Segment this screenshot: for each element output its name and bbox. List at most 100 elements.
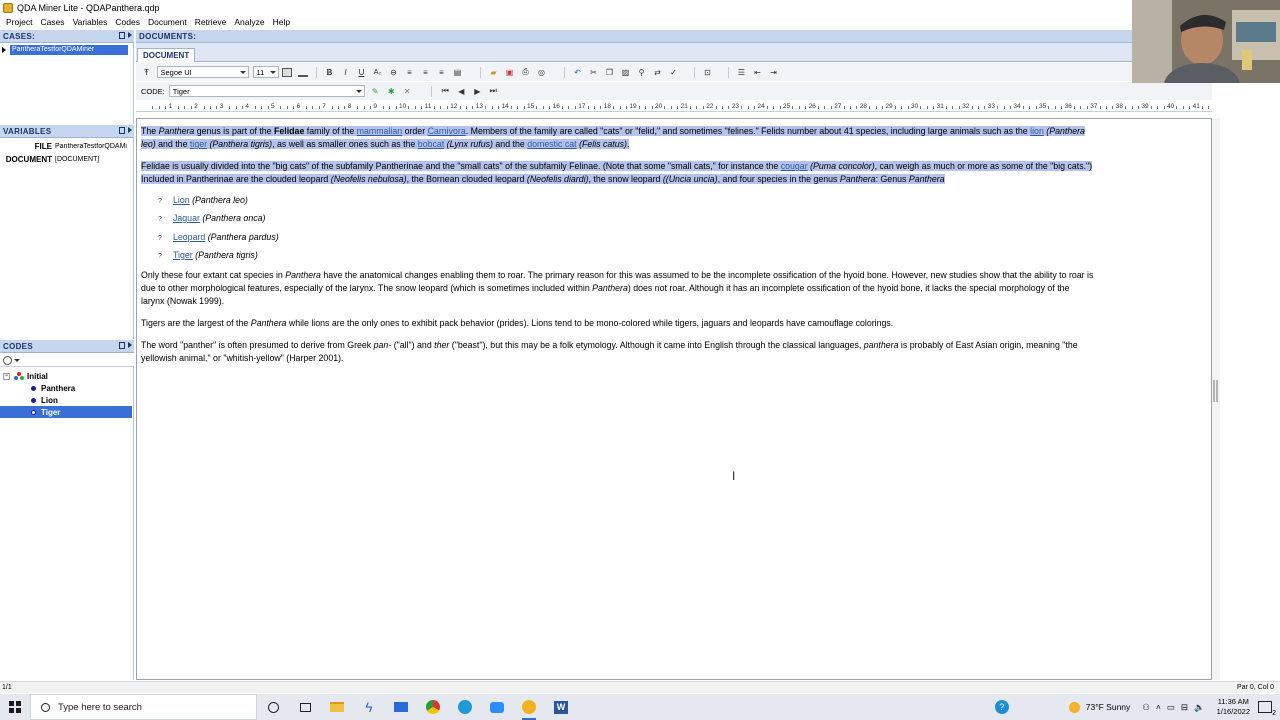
copy-icon[interactable]: ❐ xyxy=(603,66,616,78)
task-view-button[interactable] xyxy=(289,694,321,720)
spellcheck-icon[interactable]: ✓ xyxy=(667,66,680,78)
italic-button[interactable]: I xyxy=(339,66,352,78)
increase-indent-icon[interactable]: ⇥ xyxy=(767,66,780,78)
code-group-initial[interactable]: − Initial xyxy=(0,370,132,382)
replace-icon[interactable]: ⇄ xyxy=(651,66,664,78)
underline-button[interactable]: U xyxy=(355,66,368,78)
document-editor[interactable]: The Panthera genus is part of the Felida… xyxy=(136,118,1212,680)
bullet-link[interactable]: Jaguar xyxy=(173,213,200,223)
codes-search-input[interactable] xyxy=(26,355,134,365)
link-tiger[interactable]: tiger xyxy=(190,139,207,149)
subscript-button[interactable]: A₂ xyxy=(371,66,384,78)
case-item[interactable]: PantheraTestforQDAMiner xyxy=(2,45,128,55)
font-family-select[interactable]: Segoe UI xyxy=(156,66,249,78)
start-button[interactable] xyxy=(0,694,30,720)
undo-icon[interactable]: ↶ xyxy=(571,66,584,78)
bullet-link[interactable]: Tiger xyxy=(173,250,193,260)
code-select[interactable]: Tiger xyxy=(168,85,365,97)
link-cougar[interactable]: cougar xyxy=(781,161,808,171)
notification-icon[interactable]: 2 xyxy=(1258,701,1276,717)
collapse-arrow-icon[interactable] xyxy=(128,342,132,348)
volume-icon[interactable]: 🔈 xyxy=(1194,702,1205,713)
menu-retrieve[interactable]: Retrieve xyxy=(191,17,231,27)
taskbar-chrome[interactable] xyxy=(417,694,449,720)
insert-object-icon[interactable]: ⊡ xyxy=(701,66,714,78)
restore-icon[interactable] xyxy=(119,342,125,349)
taskbar-mail[interactable] xyxy=(385,694,417,720)
variable-row-document[interactable]: DOCUMENT [DOCUMENT] xyxy=(0,153,132,165)
clock[interactable]: 11:36 AM 1/16/2022 xyxy=(1217,697,1250,717)
people-icon[interactable]: ⚇ xyxy=(1142,702,1150,713)
restore-icon[interactable] xyxy=(119,32,125,39)
weather-text[interactable]: 73°F Sunny xyxy=(1086,702,1131,712)
restore-icon[interactable] xyxy=(119,127,125,134)
delete-document-icon[interactable]: ▣ xyxy=(503,66,516,78)
first-document-icon[interactable]: ⏮ xyxy=(439,85,452,97)
taskbar-qda-miner[interactable] xyxy=(513,694,545,720)
menu-variables[interactable]: Variables xyxy=(69,17,112,27)
link-mammalian[interactable]: mammalian xyxy=(357,126,402,136)
code-item-panthera[interactable]: Panthera xyxy=(0,382,132,394)
print-icon[interactable]: ⎙ xyxy=(519,66,532,78)
open-folder-icon[interactable]: ▰ xyxy=(487,66,500,78)
variable-value[interactable]: [DOCUMENT] xyxy=(55,156,131,163)
decrease-indent-icon[interactable]: ⇤ xyxy=(751,66,764,78)
find-icon[interactable]: ⚲ xyxy=(635,66,648,78)
text-highlight-icon[interactable] xyxy=(280,66,293,78)
strikethrough-button[interactable]: ⊖ xyxy=(387,66,400,78)
bold-button[interactable]: B xyxy=(323,66,336,78)
last-document-icon[interactable]: ⏭ xyxy=(487,85,500,97)
menu-analyze[interactable]: Analyze xyxy=(230,17,268,27)
editor-scrollbar[interactable] xyxy=(1212,118,1220,680)
code-item-lion[interactable]: Lion xyxy=(0,394,132,406)
chevron-up-icon[interactable]: ˄ xyxy=(1156,702,1161,712)
link-lion[interactable]: lion xyxy=(1030,126,1044,136)
align-center-icon[interactable]: ≡ xyxy=(419,66,432,78)
next-document-icon[interactable]: ▶ xyxy=(471,85,484,97)
collapse-arrow-icon[interactable] xyxy=(128,127,132,133)
bullet-link[interactable]: Lion xyxy=(173,195,190,205)
eraser-icon[interactable] xyxy=(296,66,309,78)
apply-code-icon[interactable]: ✱ xyxy=(385,85,398,97)
splitter-grip-icon[interactable] xyxy=(1213,380,1219,402)
taskbar-file-explorer[interactable] xyxy=(321,694,353,720)
taskbar-word[interactable]: W xyxy=(545,694,577,720)
weather-sun-icon[interactable] xyxy=(1068,701,1080,713)
variable-row-file[interactable]: FILE PantheraTestforQDAMi xyxy=(0,140,132,152)
monitor-icon[interactable]: ▭ xyxy=(1167,702,1175,713)
search-dropdown-icon[interactable] xyxy=(14,358,20,362)
cortana-button[interactable] xyxy=(257,694,289,720)
network-icon[interactable]: ⊟ xyxy=(1181,702,1188,713)
help-icon[interactable]: ? xyxy=(994,700,1009,714)
variable-value[interactable]: PantheraTestforQDAMi xyxy=(55,143,131,150)
print-preview-icon[interactable]: ◎ xyxy=(535,66,548,78)
add-code-icon[interactable]: ✎ xyxy=(369,85,382,97)
taskbar-search-box[interactable]: Type here to search xyxy=(30,694,257,720)
link-bobcat[interactable]: bobcat xyxy=(418,139,444,149)
collapse-arrow-icon[interactable] xyxy=(128,32,132,38)
align-right-icon[interactable]: ≡ xyxy=(435,66,448,78)
tab-document[interactable]: DOCUMENT xyxy=(137,48,196,62)
paste-icon[interactable]: ▨ xyxy=(619,66,632,78)
collapse-tree-icon[interactable]: − xyxy=(3,372,10,380)
menu-document[interactable]: Document xyxy=(144,17,191,27)
search-icon[interactable] xyxy=(3,355,12,365)
menu-project[interactable]: Project xyxy=(2,17,36,27)
link-domestic-cat[interactable]: domestic cat xyxy=(527,139,576,149)
menu-cases[interactable]: Cases xyxy=(36,17,68,27)
taskbar-zoom[interactable] xyxy=(481,694,513,720)
link-carnivora[interactable]: Carnivora xyxy=(428,126,466,136)
bullet-link[interactable]: Leopard xyxy=(173,232,205,242)
font-size-select[interactable]: 11 xyxy=(252,66,279,78)
justify-icon[interactable]: ▤ xyxy=(451,66,464,78)
menu-codes[interactable]: Codes xyxy=(111,17,144,27)
align-left-icon[interactable]: ≡ xyxy=(403,66,416,78)
remove-code-icon[interactable]: ✕ xyxy=(401,85,414,97)
bullets-icon[interactable]: ☰ xyxy=(735,66,748,78)
previous-document-icon[interactable]: ◀ xyxy=(455,85,468,97)
taskbar-app-bolt[interactable]: ϟ xyxy=(353,694,385,720)
taskbar-edge[interactable] xyxy=(449,694,481,720)
cut-icon[interactable]: ✂ xyxy=(587,66,600,78)
expand-triangle-icon[interactable] xyxy=(2,47,6,53)
menu-help[interactable]: Help xyxy=(269,17,294,27)
